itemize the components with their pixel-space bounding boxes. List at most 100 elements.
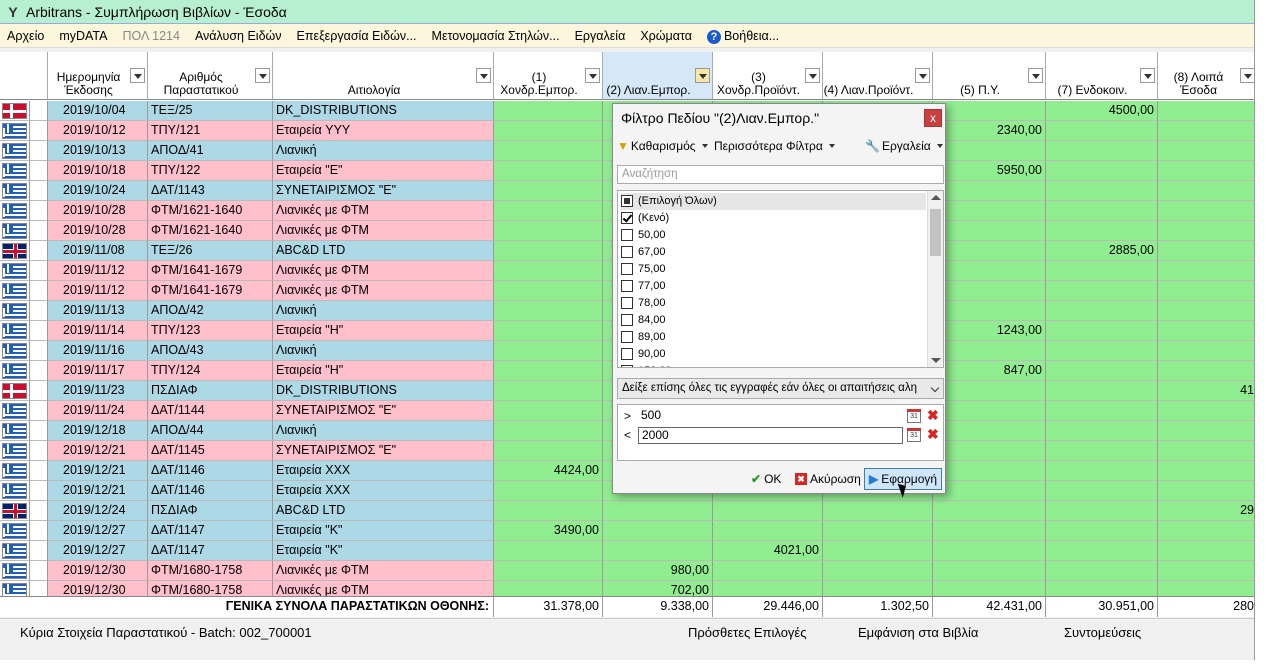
cell-chk[interactable]: [30, 261, 48, 281]
column-header-date[interactable]: Ημερομηνία Έκδοσης: [48, 52, 148, 100]
column-header-c1[interactable]: (1) Χονδρ.Εμπορ.: [494, 52, 603, 100]
filter-dropdown-icon[interactable]: [1240, 68, 1254, 83]
cell-chk[interactable]: [30, 521, 48, 541]
filter-dropdown-icon[interactable]: [585, 68, 600, 83]
cell-chk[interactable]: [30, 281, 48, 301]
menu-pol1214[interactable]: ΠΟΛ 1214: [115, 24, 187, 48]
cell-chk[interactable]: [30, 421, 48, 441]
cell-chk[interactable]: [30, 381, 48, 401]
cell-chk[interactable]: [30, 441, 48, 461]
cell-chk[interactable]: [30, 481, 48, 501]
list-item-checkbox[interactable]: [621, 246, 633, 258]
cell-chk[interactable]: [30, 161, 48, 181]
list-item[interactable]: 150,00: [621, 363, 926, 367]
ok-button[interactable]: ✔ OK: [751, 468, 781, 490]
condition-operator[interactable]: <: [624, 428, 631, 442]
filter-dropdown-icon[interactable]: [1028, 68, 1043, 83]
filter-dropdown-icon[interactable]: [1140, 68, 1155, 83]
cell-chk[interactable]: [30, 541, 48, 561]
menu-mydata[interactable]: myDATA: [52, 24, 115, 48]
list-item-checkbox[interactable]: [621, 195, 633, 207]
cell-chk[interactable]: [30, 561, 48, 581]
menu-rename-columns[interactable]: Μετονομασία Στηλών...: [425, 24, 568, 48]
list-item-checkbox[interactable]: [621, 212, 633, 224]
calendar-icon[interactable]: 31: [907, 409, 921, 423]
cell-chk[interactable]: [30, 141, 48, 161]
table-row[interactable]: 2019/12/27 ΔΑΤ/1147 Εταιρεία "Κ" 3490,00: [0, 521, 1254, 541]
column-header-c5[interactable]: (5) Π.Υ.: [933, 52, 1046, 100]
list-item-checkbox[interactable]: [621, 331, 633, 343]
list-scrollbar[interactable]: [927, 191, 943, 367]
cell-chk[interactable]: [30, 101, 48, 121]
condition-operator[interactable]: >: [624, 409, 631, 423]
calendar-icon[interactable]: 31: [907, 428, 921, 442]
cell-chk[interactable]: [30, 241, 48, 261]
list-item[interactable]: 50,00: [621, 227, 926, 244]
menu-item-analysis[interactable]: Ανάλυση Ειδών: [188, 24, 290, 48]
menu-help[interactable]: ? Βοήθεια...: [700, 24, 787, 48]
table-row[interactable]: 2019/12/30 ΦΤΜ/1680-1758 Λιανικές με ΦΤΜ 98…: [0, 561, 1254, 581]
cell-chk[interactable]: [30, 401, 48, 421]
cell-chk[interactable]: [30, 121, 48, 141]
scroll-thumb[interactable]: [930, 209, 941, 256]
list-item-checkbox[interactable]: [621, 263, 633, 275]
cell-chk[interactable]: [30, 321, 48, 341]
match-mode-select[interactable]: Δείξε επίσης όλες τις εγγραφές εάν όλες …: [617, 378, 944, 399]
cell-chk[interactable]: [30, 501, 48, 521]
condition-value[interactable]: 500: [638, 408, 903, 425]
table-row[interactable]: 2019/12/27 ΔΑΤ/1147 Εταιρεία "Κ" 4021,00: [0, 541, 1254, 561]
list-item-checkbox[interactable]: [621, 348, 633, 360]
list-item[interactable]: 75,00: [621, 261, 926, 278]
value-list[interactable]: (Επιλογή Όλων) (Κενό) 50,00 67,00 75,00 77,00…: [617, 190, 944, 368]
column-header-reason[interactable]: Αιτιολογία: [273, 52, 494, 100]
tab-main-details[interactable]: Κύρια Στοιχεία Παραστατικού - Batch: 002…: [20, 625, 312, 640]
tab-shortcuts[interactable]: Συντομεύσεις: [1064, 625, 1141, 640]
cell-chk[interactable]: [30, 301, 48, 321]
tab-show-in-books[interactable]: Εμφάνιση στα Βιβλία: [858, 625, 978, 640]
menu-item-edit[interactable]: Επεξεργασία Ειδών...: [290, 24, 425, 48]
list-item-checkbox[interactable]: [621, 365, 633, 367]
table-row[interactable]: 2019/12/24 ΠΣΔΙΑΦ ABC&D LTD 29: [0, 501, 1254, 521]
delete-icon[interactable]: ✖: [927, 407, 939, 424]
delete-icon[interactable]: ✖: [927, 426, 939, 443]
cell-chk[interactable]: [30, 181, 48, 201]
list-item[interactable]: (Επιλογή Όλων): [621, 193, 926, 210]
list-item-checkbox[interactable]: [621, 297, 633, 309]
filter-dropdown-icon[interactable]: [915, 68, 930, 83]
filter-dropdown-icon[interactable]: [255, 68, 270, 83]
more-filters-button[interactable]: Περισσότερα Φίλτρα: [714, 138, 835, 154]
cell-chk[interactable]: [30, 201, 48, 221]
scroll-down-icon[interactable]: [931, 358, 941, 363]
condition-value[interactable]: 2000: [638, 427, 903, 444]
list-item[interactable]: 89,00: [621, 329, 926, 346]
tab-extra-options[interactable]: Πρόσθετες Επιλογές: [688, 625, 807, 640]
dialog-tools-button[interactable]: 🔧 Εργαλεία: [865, 138, 943, 154]
cell-chk[interactable]: [30, 361, 48, 381]
list-item[interactable]: 67,00: [621, 244, 926, 261]
list-item[interactable]: 77,00: [621, 278, 926, 295]
list-item-checkbox[interactable]: [621, 229, 633, 241]
cancel-button[interactable]: ✖ Ακύρωση: [795, 468, 861, 490]
filter-dropdown-icon[interactable]: [476, 68, 491, 83]
column-header-c7[interactable]: (7) Ενδοκοιν.: [1046, 52, 1158, 100]
menu-tools[interactable]: Εργαλεία: [568, 24, 634, 48]
list-item-checkbox[interactable]: [621, 280, 633, 292]
search-input[interactable]: Αναζήτηση: [617, 165, 944, 184]
cell-chk[interactable]: [30, 221, 48, 241]
column-header-c3[interactable]: (3) Χονδρ.Προϊόντ.: [713, 52, 823, 100]
column-header-doc[interactable]: Αριθμός Παραστατικού: [148, 52, 273, 100]
menu-file[interactable]: Αρχείο: [0, 24, 52, 48]
cell-chk[interactable]: [30, 341, 48, 361]
column-header-c2[interactable]: (2) Λιαν.Εμπορ.: [603, 52, 713, 100]
scroll-up-icon[interactable]: [931, 195, 941, 200]
filter-dropdown-icon[interactable]: [695, 68, 710, 83]
menu-colors[interactable]: Χρώματα: [633, 24, 700, 48]
filter-dropdown-icon[interactable]: [130, 68, 145, 83]
list-item[interactable]: (Κενό): [621, 210, 926, 227]
list-item[interactable]: 84,00: [621, 312, 926, 329]
cell-chk[interactable]: [30, 461, 48, 481]
filter-dropdown-icon[interactable]: [805, 68, 820, 83]
list-item[interactable]: 90,00: [621, 346, 926, 363]
close-icon[interactable]: x: [924, 109, 942, 127]
list-item-checkbox[interactable]: [621, 314, 633, 326]
